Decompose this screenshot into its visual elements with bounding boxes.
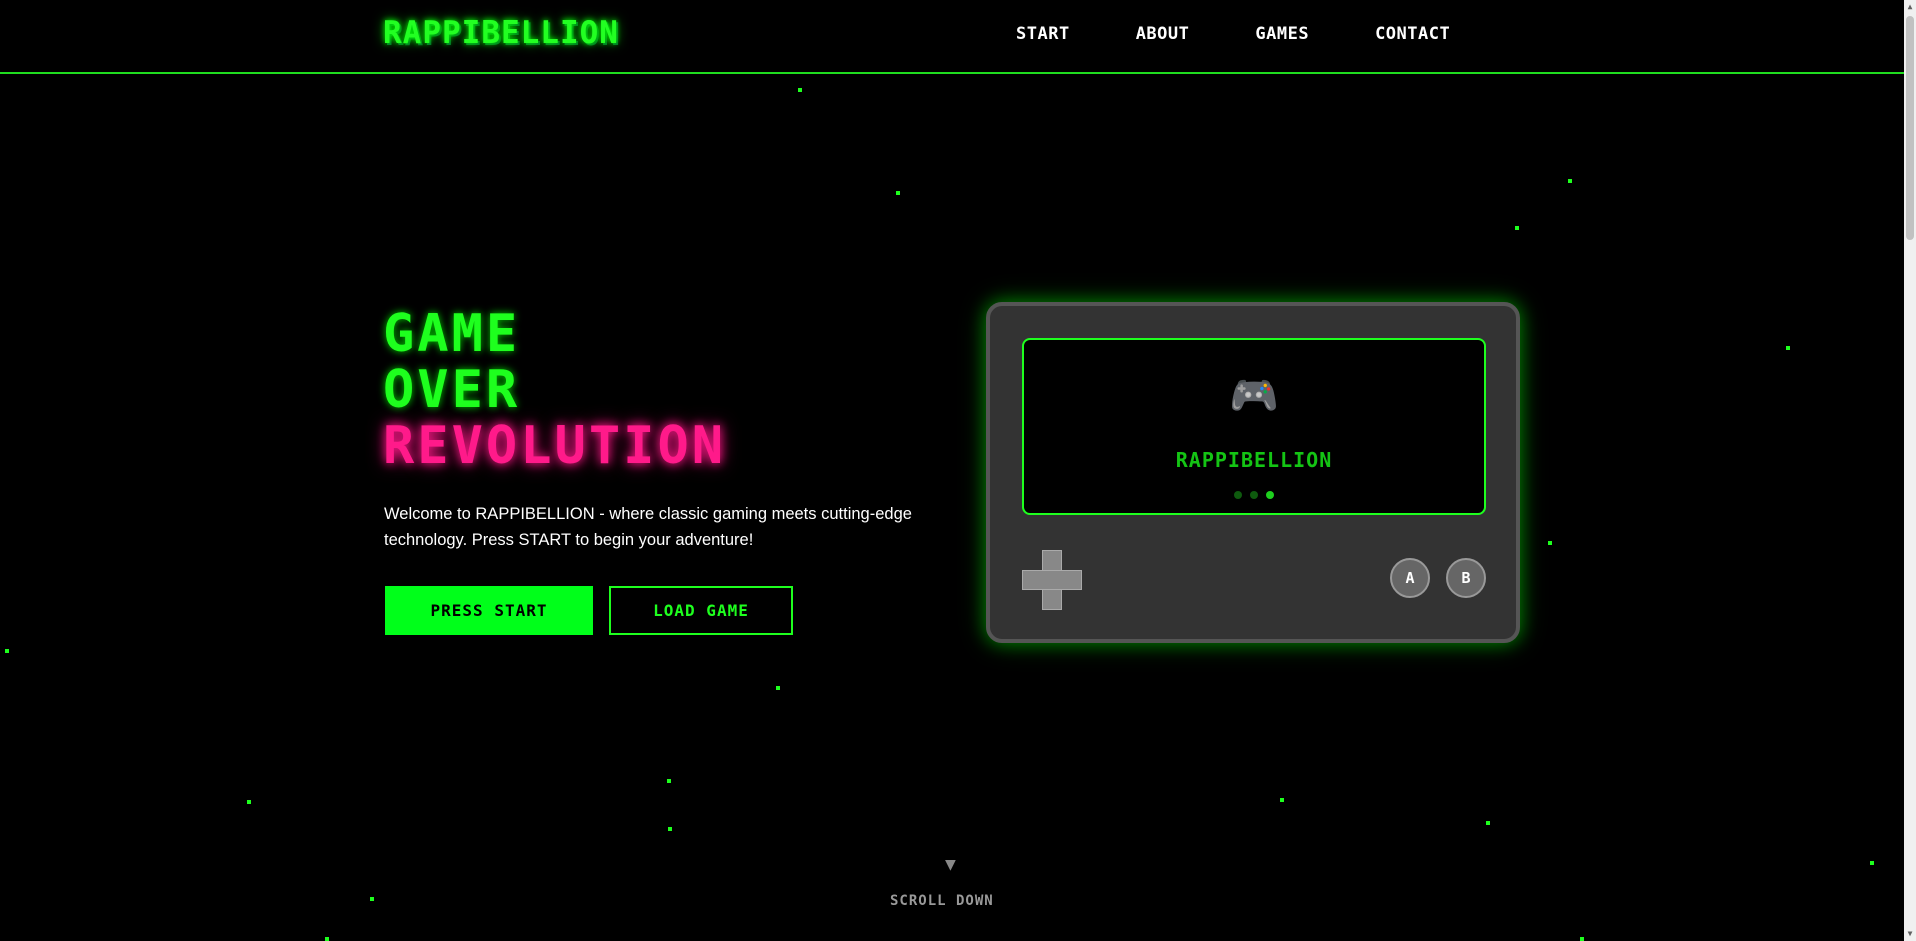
- indicator-dot: [1250, 491, 1258, 499]
- nav-link-contact[interactable]: CONTACT: [1375, 24, 1450, 44]
- star: [798, 88, 802, 92]
- main-nav: START ABOUT GAMES CONTACT: [1016, 24, 1450, 44]
- game-controller-icon: 🎮: [1229, 373, 1279, 419]
- star: [1548, 541, 1552, 545]
- star: [1786, 346, 1790, 350]
- scroll-down-label[interactable]: SCROLL DOWN: [890, 893, 994, 909]
- hero-title-line-game: GAME: [383, 304, 521, 364]
- indicator-dot: [1234, 491, 1242, 499]
- star: [1870, 861, 1874, 865]
- indicator-dot-active: [1266, 491, 1274, 499]
- screen-indicator-dots: [1024, 491, 1484, 499]
- star: [325, 937, 329, 941]
- console-screen: 🎮 RAPPIBELLION: [1022, 338, 1486, 515]
- logo[interactable]: RAPPIBELLION: [383, 15, 619, 51]
- dpad[interactable]: [1022, 550, 1082, 610]
- page: RAPPIBELLION START ABOUT GAMES CONTACT G…: [0, 0, 1916, 941]
- star: [776, 686, 780, 690]
- scroll-down-icon[interactable]: ▼: [1904, 927, 1916, 941]
- scroll-down-arrow-icon[interactable]: ▼: [945, 854, 956, 875]
- star: [1280, 798, 1284, 802]
- hero-title: GAME OVER REVOLUTION: [383, 306, 726, 474]
- page-scrollbar[interactable]: ▲ ▼: [1904, 0, 1916, 941]
- star: [1486, 821, 1490, 825]
- hero-title-line-revolution: REVOLUTION: [383, 416, 727, 476]
- press-start-button[interactable]: PRESS START: [385, 586, 593, 635]
- hero-title-line-over: OVER: [383, 360, 521, 420]
- handheld-console: 🎮 RAPPIBELLION A B: [986, 302, 1520, 643]
- scroll-up-icon[interactable]: ▲: [1904, 0, 1916, 14]
- star: [1580, 937, 1584, 941]
- hero-description: Welcome to RAPPIBELLION - where classic …: [384, 505, 912, 549]
- nav-link-games[interactable]: GAMES: [1255, 24, 1309, 44]
- site-header: RAPPIBELLION START ABOUT GAMES CONTACT: [0, 0, 1904, 74]
- star: [896, 191, 900, 195]
- scrollbar-thumb[interactable]: [1906, 16, 1914, 240]
- star: [247, 800, 251, 804]
- console-b-button[interactable]: B: [1446, 558, 1486, 598]
- star: [370, 897, 374, 901]
- star: [668, 827, 672, 831]
- star: [667, 779, 671, 783]
- console-screen-title: RAPPIBELLION: [1175, 448, 1333, 472]
- star: [1515, 226, 1519, 230]
- star: [5, 649, 9, 653]
- load-game-button[interactable]: LOAD GAME: [609, 586, 793, 635]
- nav-link-about[interactable]: ABOUT: [1136, 24, 1190, 44]
- dpad-horizontal: [1022, 570, 1082, 590]
- console-a-button[interactable]: A: [1390, 558, 1430, 598]
- nav-link-start[interactable]: START: [1016, 24, 1070, 44]
- star: [1568, 179, 1572, 183]
